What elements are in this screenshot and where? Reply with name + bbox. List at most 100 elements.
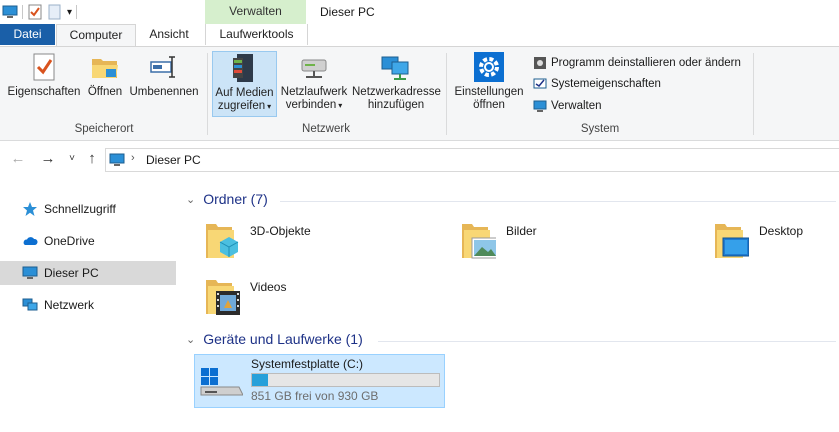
tab-computer[interactable]: Computer (56, 24, 136, 47)
settings-gear-icon (473, 51, 505, 83)
new-folder-icon[interactable] (47, 4, 63, 20)
3d-objects-folder-icon (204, 220, 240, 260)
dropdown-arrow-icon: ▾ (267, 102, 272, 111)
section-header-geraete[interactable]: ⌄ Geräte und Laufwerke (1) (186, 331, 363, 347)
medien-label-2: zugreifen (217, 100, 266, 112)
drive-usage-fill (252, 374, 268, 386)
umbenennen-label: Umbenennen (129, 86, 199, 98)
medien-label-row: zugreifen ▾ (213, 100, 276, 113)
qat-separator (76, 5, 78, 19)
group-separator (753, 53, 754, 135)
desktop-folder-icon (713, 220, 750, 260)
address-bar[interactable]: › Dieser PC (105, 148, 839, 172)
tab-ansicht[interactable]: Ansicht (134, 24, 204, 45)
folder-videos[interactable]: Videos (204, 276, 464, 326)
chevron-down-icon: ⌄ (186, 193, 196, 206)
sidebar-item-label: Netzwerk (44, 298, 95, 312)
folder-open-icon (89, 51, 121, 83)
section-header-ordner[interactable]: ⌄ Ordner (7) (186, 191, 268, 207)
pictures-folder-icon (460, 220, 499, 260)
systemeigenschaften-label: Systemeigenschaften (551, 78, 661, 90)
dropdown-arrow-icon: ▾ (338, 101, 343, 110)
breadcrumb-dieser-pc[interactable]: Dieser PC (146, 153, 201, 167)
sidebar-item-label: OneDrive (44, 234, 95, 248)
media-server-icon (229, 52, 261, 84)
title-bar (0, 0, 839, 24)
ribbon-tabs: Datei Computer Ansicht Laufwerktools (0, 24, 839, 47)
windows-drive-icon (199, 367, 244, 399)
group-label-speicherort: Speicherort (74, 123, 134, 135)
properties-icon[interactable] (27, 4, 43, 20)
verwalten-button[interactable]: Verwalten (533, 97, 602, 115)
netzlaufwerk-label-row: verbinden ▾ (279, 99, 349, 112)
netzwerkadresse-hinzufuegen-button[interactable]: Netzwerkadresse hinzufügen (352, 51, 441, 112)
folder-label: Bilder (506, 224, 537, 238)
programm-deinstallieren-button[interactable]: Programm deinstallieren oder ändern (533, 54, 741, 72)
recent-locations-chevron-icon[interactable]: ˅ (63, 150, 81, 168)
context-tab-group: Verwalten (205, 0, 306, 24)
drive-free-space: 851 GB frei von 930 GB (251, 389, 379, 403)
network-drive-icon (298, 51, 330, 83)
folder-3d-objekte[interactable]: 3D-Objekte (204, 220, 464, 270)
tab-laufwerktools[interactable]: Laufwerktools (205, 24, 308, 45)
section-divider (280, 201, 836, 202)
network-icon (22, 297, 38, 313)
netzlaufwerk-label-1: Netzlaufwerk (280, 86, 348, 98)
oeffnen-button[interactable]: Öffnen (84, 51, 126, 99)
sidebar-item-schnellzugriff[interactable]: Schnellzugriff (0, 197, 176, 221)
computer-icon (109, 152, 125, 168)
netzlaufwerk-verbinden-button[interactable]: Netzlaufwerk verbinden ▾ (279, 51, 349, 112)
manage-computer-icon (533, 99, 547, 113)
oeffnen-label: Öffnen (87, 86, 123, 98)
context-group-label: Verwalten (229, 4, 282, 18)
group-label-system: System (580, 123, 620, 135)
programm-label: Programm deinstallieren oder ändern (551, 57, 741, 69)
folder-label: Videos (250, 280, 287, 294)
section-title: Geräte und Laufwerke (1) (203, 331, 363, 347)
folder-bilder[interactable]: Bilder (460, 220, 720, 270)
window-title: Dieser PC (320, 5, 375, 19)
star-icon (22, 201, 38, 217)
forward-arrow-icon[interactable]: → (39, 150, 57, 168)
network-location-icon (380, 51, 412, 83)
sidebar-item-netzwerk[interactable]: Netzwerk (0, 293, 176, 317)
netzadresse-label-1: Netzwerkadresse (352, 86, 441, 98)
drive-systemfestplatte[interactable]: Systemfestplatte (C:) 851 GB frei von 93… (194, 354, 445, 408)
navigation-pane: Schnellzugriff OneDrive Dieser PC Netzwe… (0, 180, 176, 432)
medien-label-1: Auf Medien (215, 87, 274, 99)
einstellungen-label-2: öffnen (473, 99, 505, 111)
rename-icon (148, 51, 180, 83)
videos-folder-icon (204, 276, 240, 316)
netzlaufwerk-label-2: verbinden (285, 99, 337, 111)
computer-icon[interactable] (2, 4, 18, 20)
systemeigenschaften-button[interactable]: Systemeigenschaften (533, 75, 661, 93)
verwalten-label: Verwalten (551, 100, 602, 112)
einstellungen-label-1: Einstellungen (454, 86, 524, 98)
eigenschaften-label: Eigenschaften (7, 86, 81, 98)
folder-desktop[interactable]: Desktop (713, 220, 837, 270)
eigenschaften-button[interactable]: Eigenschaften (6, 51, 82, 99)
sidebar-item-onedrive[interactable]: OneDrive (0, 229, 176, 253)
section-title: Ordner (7) (203, 191, 268, 207)
sidebar-item-label: Dieser PC (44, 266, 99, 280)
qat-separator (22, 5, 23, 19)
computer-icon (22, 265, 38, 281)
up-arrow-icon[interactable]: ↑ (83, 150, 101, 168)
chevron-down-icon: ⌄ (186, 333, 196, 346)
folder-label: 3D-Objekte (250, 224, 311, 238)
properties-icon (28, 51, 60, 83)
auf-medien-zugreifen-button[interactable]: Auf Medien zugreifen ▾ (212, 51, 277, 117)
umbenennen-button[interactable]: Umbenennen (127, 51, 201, 99)
sidebar-item-label: Schnellzugriff (44, 202, 116, 216)
group-label-netzwerk: Netzwerk (302, 123, 350, 135)
back-arrow-icon[interactable]: ← (9, 150, 27, 168)
ribbon: Eigenschaften Öffnen Umbenennen Speicher… (0, 46, 839, 141)
customize-qat-icon[interactable]: ▾ (67, 7, 72, 18)
breadcrumb-chevron-icon[interactable]: › (131, 152, 135, 164)
einstellungen-oeffnen-button[interactable]: Einstellungen öffnen (452, 51, 526, 112)
cloud-icon (22, 233, 38, 249)
sidebar-item-dieser-pc[interactable]: Dieser PC (0, 261, 176, 285)
system-properties-icon (533, 77, 547, 91)
tab-datei[interactable]: Datei (0, 24, 55, 45)
quick-access-toolbar: ▾ (0, 0, 78, 24)
